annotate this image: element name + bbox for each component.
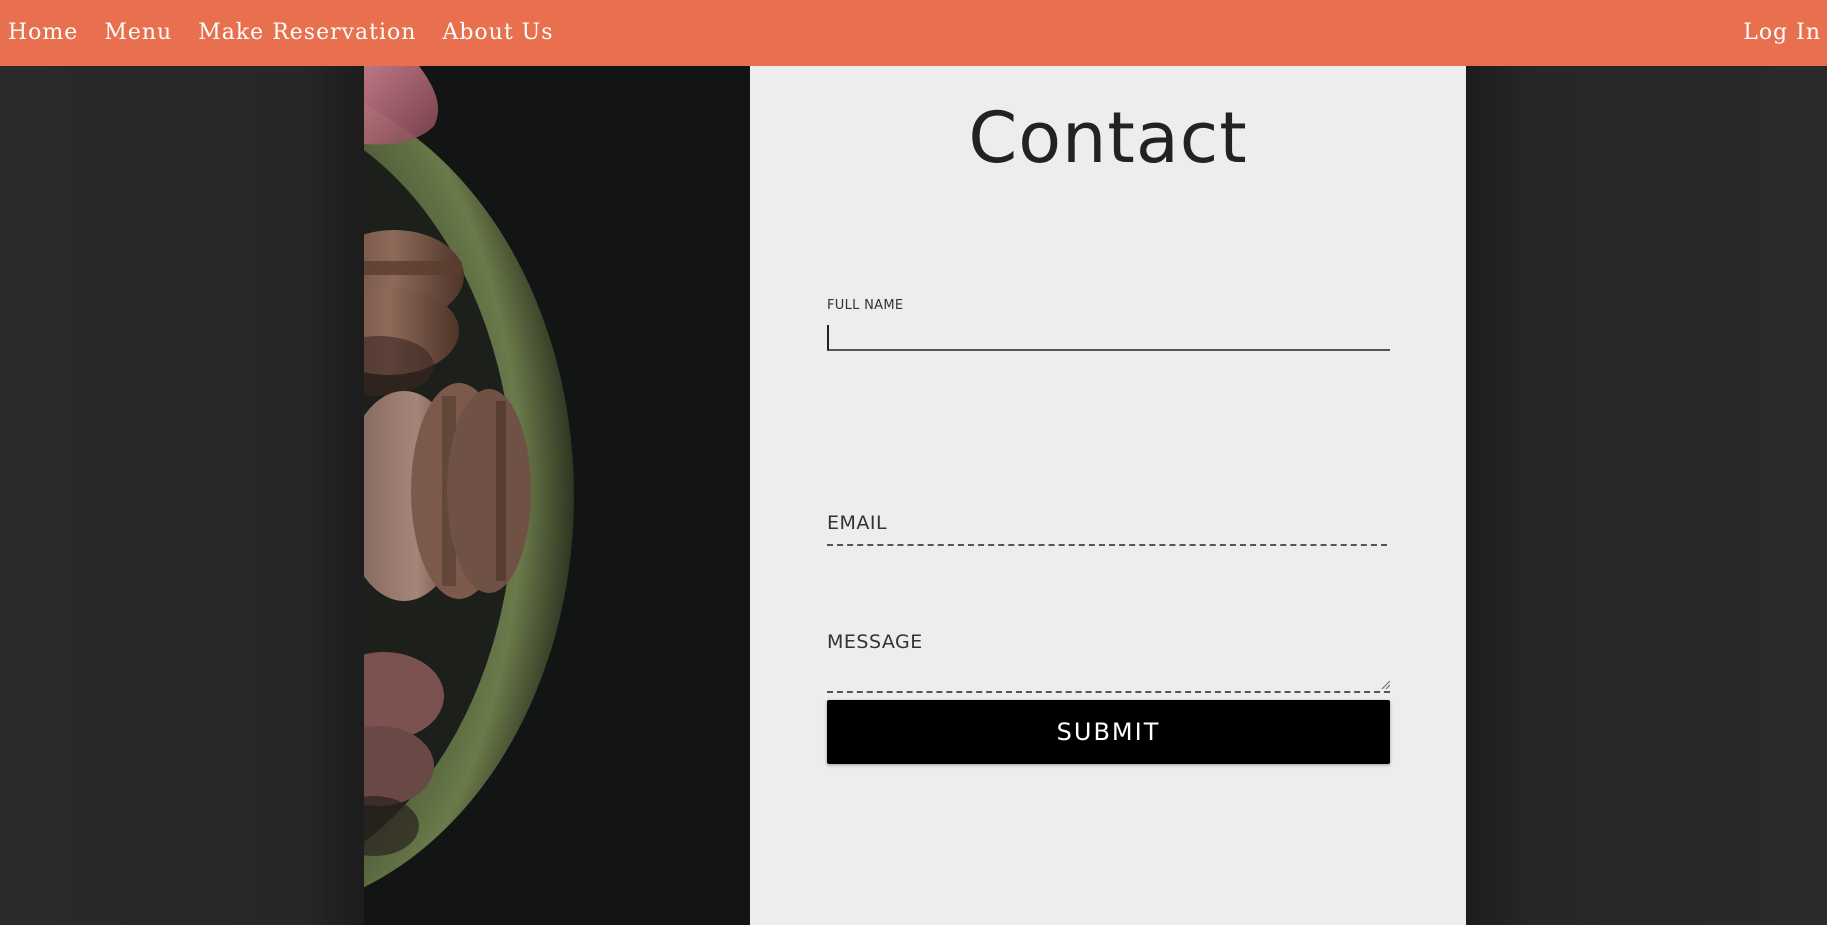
- nav-menu-link[interactable]: Menu: [96, 0, 184, 66]
- contact-card: Contact FULL NAME EMAIL MESSAGE SUBMIT: [750, 66, 1466, 925]
- contact-title: Contact: [968, 97, 1248, 179]
- email-input[interactable]: [827, 534, 1387, 546]
- left-shadow: [300, 66, 364, 925]
- macaron-illustration: [364, 66, 750, 925]
- resize-grip-icon[interactable]: [1380, 679, 1390, 689]
- nav-about-us-link[interactable]: About Us: [434, 0, 565, 66]
- page-background: Contact FULL NAME EMAIL MESSAGE SUBMIT: [0, 66, 1827, 925]
- message-textarea[interactable]: [827, 653, 1390, 693]
- message-field: MESSAGE: [827, 631, 1390, 693]
- macaron-photo: [364, 66, 750, 925]
- email-field: EMAIL: [827, 512, 1390, 546]
- email-label: EMAIL: [827, 512, 888, 534]
- nav-right: Log In: [1735, 0, 1827, 66]
- full-name-field: FULL NAME: [827, 298, 1390, 351]
- full-name-input[interactable]: [827, 319, 1390, 351]
- log-in-link[interactable]: Log In: [1735, 20, 1827, 45]
- message-label: MESSAGE: [827, 631, 923, 653]
- submit-button[interactable]: SUBMIT: [827, 700, 1390, 764]
- nav-home-link[interactable]: Home: [0, 0, 90, 66]
- nav-make-reservation-link[interactable]: Make Reservation: [190, 0, 428, 66]
- top-navbar: Home Menu Make Reservation About Us Log …: [0, 0, 1827, 66]
- right-shadow: [1466, 66, 1536, 925]
- full-name-label: FULL NAME: [827, 298, 904, 313]
- nav-links: Home Menu Make Reservation About Us: [0, 0, 566, 66]
- text-caret: [827, 325, 829, 350]
